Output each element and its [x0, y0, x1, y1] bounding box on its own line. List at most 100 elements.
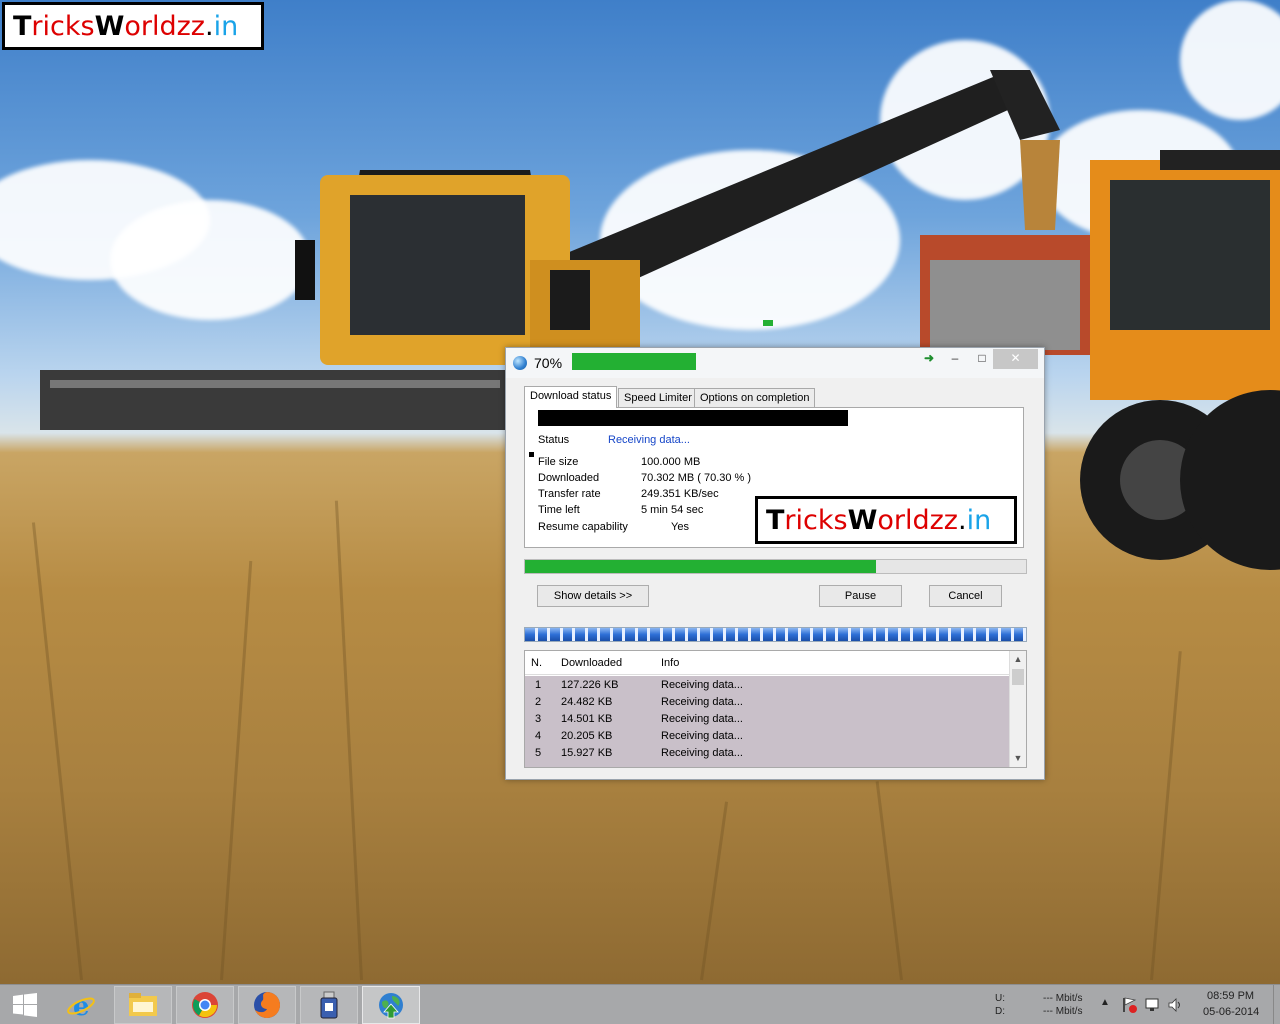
connection-segment [926, 628, 939, 641]
connection-segment [976, 628, 989, 641]
pause-button[interactable]: Pause [819, 585, 902, 607]
connection-segment [800, 628, 814, 641]
window-title: 70% [534, 355, 563, 371]
connections-table: N. Downloaded Info 1 127.226 KB Receivin… [524, 650, 1027, 768]
connection-segment [963, 628, 977, 641]
table-row[interactable]: 4 20.205 KB Receiving data... [525, 728, 1009, 745]
folder-icon [129, 993, 157, 1016]
wheat-stalk [875, 781, 903, 981]
taskbar-firefox[interactable] [238, 986, 296, 1024]
connection-segment [875, 628, 889, 641]
firefox-icon [254, 992, 280, 1018]
scroll-up-icon[interactable]: ▲ [1010, 651, 1026, 667]
connection-segment [788, 628, 801, 641]
table-row[interactable]: 2 24.482 KB Receiving data... [525, 694, 1009, 711]
net-upload-speed: --- Mbit/s [1043, 993, 1083, 1004]
scroll-thumb[interactable] [1012, 669, 1024, 685]
taskbar-usb-app[interactable] [300, 986, 358, 1024]
show-desktop-button[interactable] [1273, 985, 1280, 1024]
cell-downloaded: 20.205 KB [561, 730, 613, 742]
connection-segment [1013, 628, 1026, 641]
connection-segment [850, 628, 864, 641]
transfer-rate-value: 249.351 KB/sec [641, 488, 719, 500]
cell-info: Receiving data... [661, 730, 743, 742]
hide-to-tray-icon[interactable]: ➜ [919, 349, 939, 369]
col-header-n[interactable]: N. [531, 657, 542, 669]
minimize-button[interactable]: – [944, 349, 966, 369]
usb-drive-icon [320, 991, 338, 1019]
connection-segment [813, 628, 826, 641]
table-header: N. Downloaded Info [525, 651, 1009, 675]
wheat-stalk [220, 560, 253, 981]
scroll-down-icon[interactable]: ▼ [1010, 750, 1026, 766]
connection-segment [888, 628, 901, 641]
show-details-button[interactable]: Show details >> [537, 585, 649, 607]
table-body: 1 127.226 KB Receiving data... 2 24.482 … [525, 676, 1009, 767]
connection-segment [738, 628, 751, 641]
transfer-rate-label: Transfer rate [538, 488, 601, 500]
connection-segment [1001, 628, 1014, 641]
volume-icon[interactable] [1168, 997, 1184, 1013]
net-download-label: D: [995, 1006, 1005, 1017]
cell-n: 5 [535, 747, 542, 759]
window-titlebar[interactable]: 70% ➜ – □ ✕ [506, 348, 1044, 378]
clock-date[interactable]: 05-06-2014 [1203, 1006, 1259, 1018]
connection-segment [938, 628, 952, 641]
cell-info: Receiving data... [661, 696, 743, 708]
redacted-url [538, 410, 848, 426]
clock-time[interactable]: 08:59 PM [1207, 990, 1254, 1002]
tab-options-on-completion[interactable]: Options on completion [694, 388, 816, 407]
connection-segment [750, 628, 764, 641]
taskbar-file-explorer[interactable] [114, 986, 172, 1024]
table-row[interactable]: 1 127.226 KB Receiving data... [525, 677, 1009, 694]
connection-segment [913, 628, 926, 641]
connection-segment [587, 628, 601, 641]
cell-downloaded: 127.226 KB [561, 679, 619, 691]
bullet-marker [529, 452, 534, 457]
download-status-panel: Status Receiving data... File size 100.0… [524, 407, 1024, 548]
table-row[interactable]: 5 15.927 KB Receiving data... [525, 745, 1009, 762]
idm-globe-icon [379, 993, 403, 1019]
tab-download-status[interactable]: Download status [524, 386, 618, 408]
maximize-button[interactable]: □ [972, 349, 992, 369]
cell-n: 4 [535, 730, 542, 742]
cell-info: Receiving data... [661, 679, 743, 691]
windows-logo-icon [13, 993, 37, 1017]
connection-segment [600, 628, 613, 641]
connection-segment [763, 628, 776, 641]
connection-segment [550, 628, 563, 641]
col-header-info[interactable]: Info [661, 657, 679, 669]
col-header-downloaded[interactable]: Downloaded [561, 657, 622, 669]
tab-speed-limiter[interactable]: Speed Limiter [618, 388, 698, 407]
cancel-button[interactable]: Cancel [929, 585, 1002, 607]
taskbar-chrome[interactable] [176, 986, 234, 1024]
table-row[interactable]: 3 14.501 KB Receiving data... [525, 711, 1009, 728]
downloaded-value: 70.302 MB ( 70.30 % ) [641, 472, 752, 484]
connection-segment [562, 628, 576, 641]
watermark-logo: TricksWorldzz.in [2, 2, 264, 50]
taskbar-idm[interactable] [362, 986, 420, 1024]
connection-segment [687, 628, 701, 641]
cell-n: 1 [535, 679, 542, 691]
download-progress-bar [524, 559, 1027, 574]
show-hidden-icons-icon[interactable]: ▲ [1100, 997, 1110, 1008]
file-size-value: 100.000 MB [641, 456, 701, 468]
taskbar-internet-explorer[interactable]: e [52, 986, 110, 1024]
cell-info: Receiving data... [661, 713, 743, 725]
table-scrollbar[interactable]: ▲ ▼ [1009, 651, 1026, 767]
start-button[interactable] [0, 986, 50, 1024]
connection-segment [838, 628, 851, 641]
connection-segment [825, 628, 839, 641]
chrome-icon [192, 992, 218, 1018]
connection-segment [575, 628, 588, 641]
watermark-logo: TricksWorldzz.in [755, 496, 1017, 544]
taskbar: e U: D: --- Mbit/s --- Mbit/s ▲ 08:59 PM… [0, 984, 1280, 1024]
network-icon[interactable] [1145, 997, 1161, 1013]
download-progress-window: 70% ➜ – □ ✕ Download status Speed Limite… [505, 347, 1045, 780]
connection-segment [700, 628, 713, 641]
cell-downloaded: 15.927 KB [561, 747, 613, 759]
connection-segment [951, 628, 964, 641]
close-button[interactable]: ✕ [993, 349, 1038, 369]
time-left-value: 5 min 54 sec [641, 504, 704, 516]
action-center-flag-icon[interactable] [1121, 997, 1137, 1013]
